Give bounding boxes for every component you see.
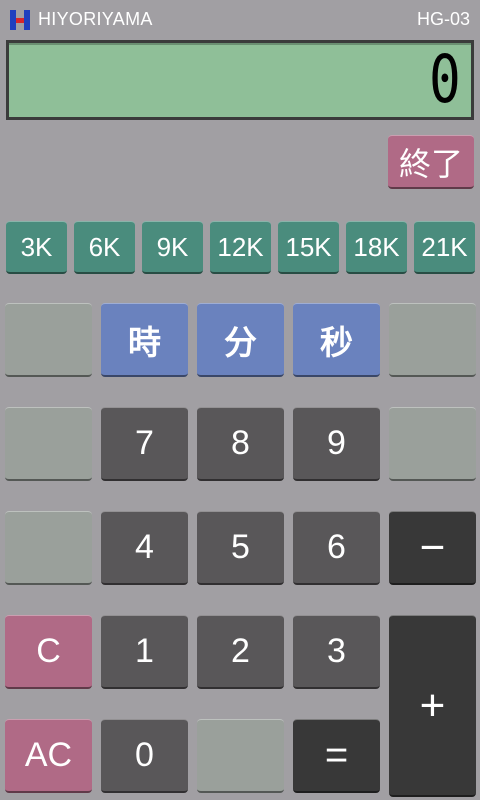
preset-18k-button[interactable]: 18K [346,221,407,274]
all-clear-button[interactable]: AC [5,719,92,793]
h-logo-icon [10,10,30,30]
digit-2-button[interactable]: 2 [197,615,284,689]
digit-0-button[interactable]: 0 [101,719,188,793]
clear-button[interactable]: C [5,615,92,689]
preset-6k-button[interactable]: 6K [74,221,135,274]
blank-button[interactable] [5,511,92,585]
preset-15k-button[interactable]: 15K [278,221,339,274]
second-button[interactable]: 秒 [293,303,380,377]
brand-name: HIYORIYAMA [38,9,153,29]
minus-button[interactable]: − [389,511,476,585]
digit-7-button[interactable]: 7 [101,407,188,481]
hour-button[interactable]: 時 [101,303,188,377]
preset-3k-button[interactable]: 3K [6,221,67,274]
digit-6-button[interactable]: 6 [293,511,380,585]
minute-button[interactable]: 分 [197,303,284,377]
equals-button[interactable]: = [293,719,380,793]
digit-9-button[interactable]: 9 [293,407,380,481]
quit-button[interactable]: 終了 [388,135,474,189]
digit-4-button[interactable]: 4 [101,511,188,585]
blank-button[interactable] [5,303,92,377]
model-number: HG-03 [416,9,470,29]
digit-5-button[interactable]: 5 [197,511,284,585]
preset-12k-button[interactable]: 12K [210,221,271,274]
digit-3-button[interactable]: 3 [293,615,380,689]
blank-button[interactable] [389,407,476,481]
calculator-display: 0 [6,40,474,120]
digit-1-button[interactable]: 1 [101,615,188,689]
blank-button[interactable] [389,303,476,377]
preset-21k-button[interactable]: 21K [414,221,475,274]
display-value: 0 [429,41,461,118]
plus-button[interactable]: + [389,615,476,797]
blank-button[interactable] [5,407,92,481]
app-header: HIYORIYAMA HG-03 [0,0,480,40]
digit-8-button[interactable]: 8 [197,407,284,481]
preset-9k-button[interactable]: 9K [142,221,203,274]
blank-button[interactable] [197,719,284,793]
